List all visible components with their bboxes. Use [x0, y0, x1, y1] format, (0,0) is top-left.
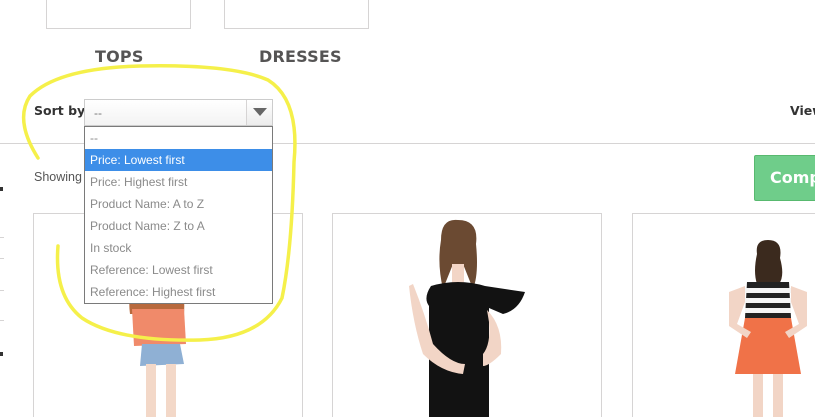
- product-image: [409, 219, 525, 417]
- edge-mark: [0, 187, 3, 191]
- sort-option[interactable]: Price: Lowest first: [85, 149, 272, 171]
- sort-selected-value: --: [94, 106, 102, 120]
- sort-by-select[interactable]: --: [84, 99, 273, 126]
- edge-mark: [0, 352, 3, 356]
- sort-option[interactable]: In stock: [85, 237, 272, 259]
- product-card[interactable]: [332, 213, 602, 417]
- sort-by-label: Sort by: [34, 103, 86, 118]
- product-image: [729, 240, 807, 417]
- edge-divider: [0, 237, 4, 238]
- product-listing-page: TOPS DRESSES Sort by -- View Showing Com…: [0, 0, 815, 417]
- edge-divider: [0, 258, 4, 259]
- chevron-down-icon: [253, 108, 267, 116]
- sort-option[interactable]: Product Name: A to Z: [85, 193, 272, 215]
- category-thumbnail-tops[interactable]: [46, 0, 191, 29]
- edge-divider: [0, 320, 4, 321]
- sort-options-list[interactable]: -- Price: Lowest first Price: Highest firs…: [84, 126, 273, 304]
- category-link-dresses[interactable]: DRESSES: [259, 47, 342, 66]
- view-label: View: [790, 103, 815, 118]
- dropdown-arrow-button[interactable]: [246, 100, 272, 125]
- category-link-tops[interactable]: TOPS: [95, 47, 144, 66]
- product-card[interactable]: [632, 213, 815, 417]
- sort-option[interactable]: Product Name: Z to A: [85, 215, 272, 237]
- sort-option[interactable]: Reference: Lowest first: [85, 259, 272, 281]
- sort-option[interactable]: Reference: Highest first: [85, 281, 272, 303]
- category-thumbnail-dresses[interactable]: [224, 0, 369, 29]
- sort-option[interactable]: --: [85, 127, 272, 149]
- edge-divider: [0, 290, 4, 291]
- showing-count-text: Showing: [34, 170, 82, 184]
- sort-option[interactable]: Price: Highest first: [85, 171, 272, 193]
- compare-button[interactable]: Compare: [754, 155, 815, 201]
